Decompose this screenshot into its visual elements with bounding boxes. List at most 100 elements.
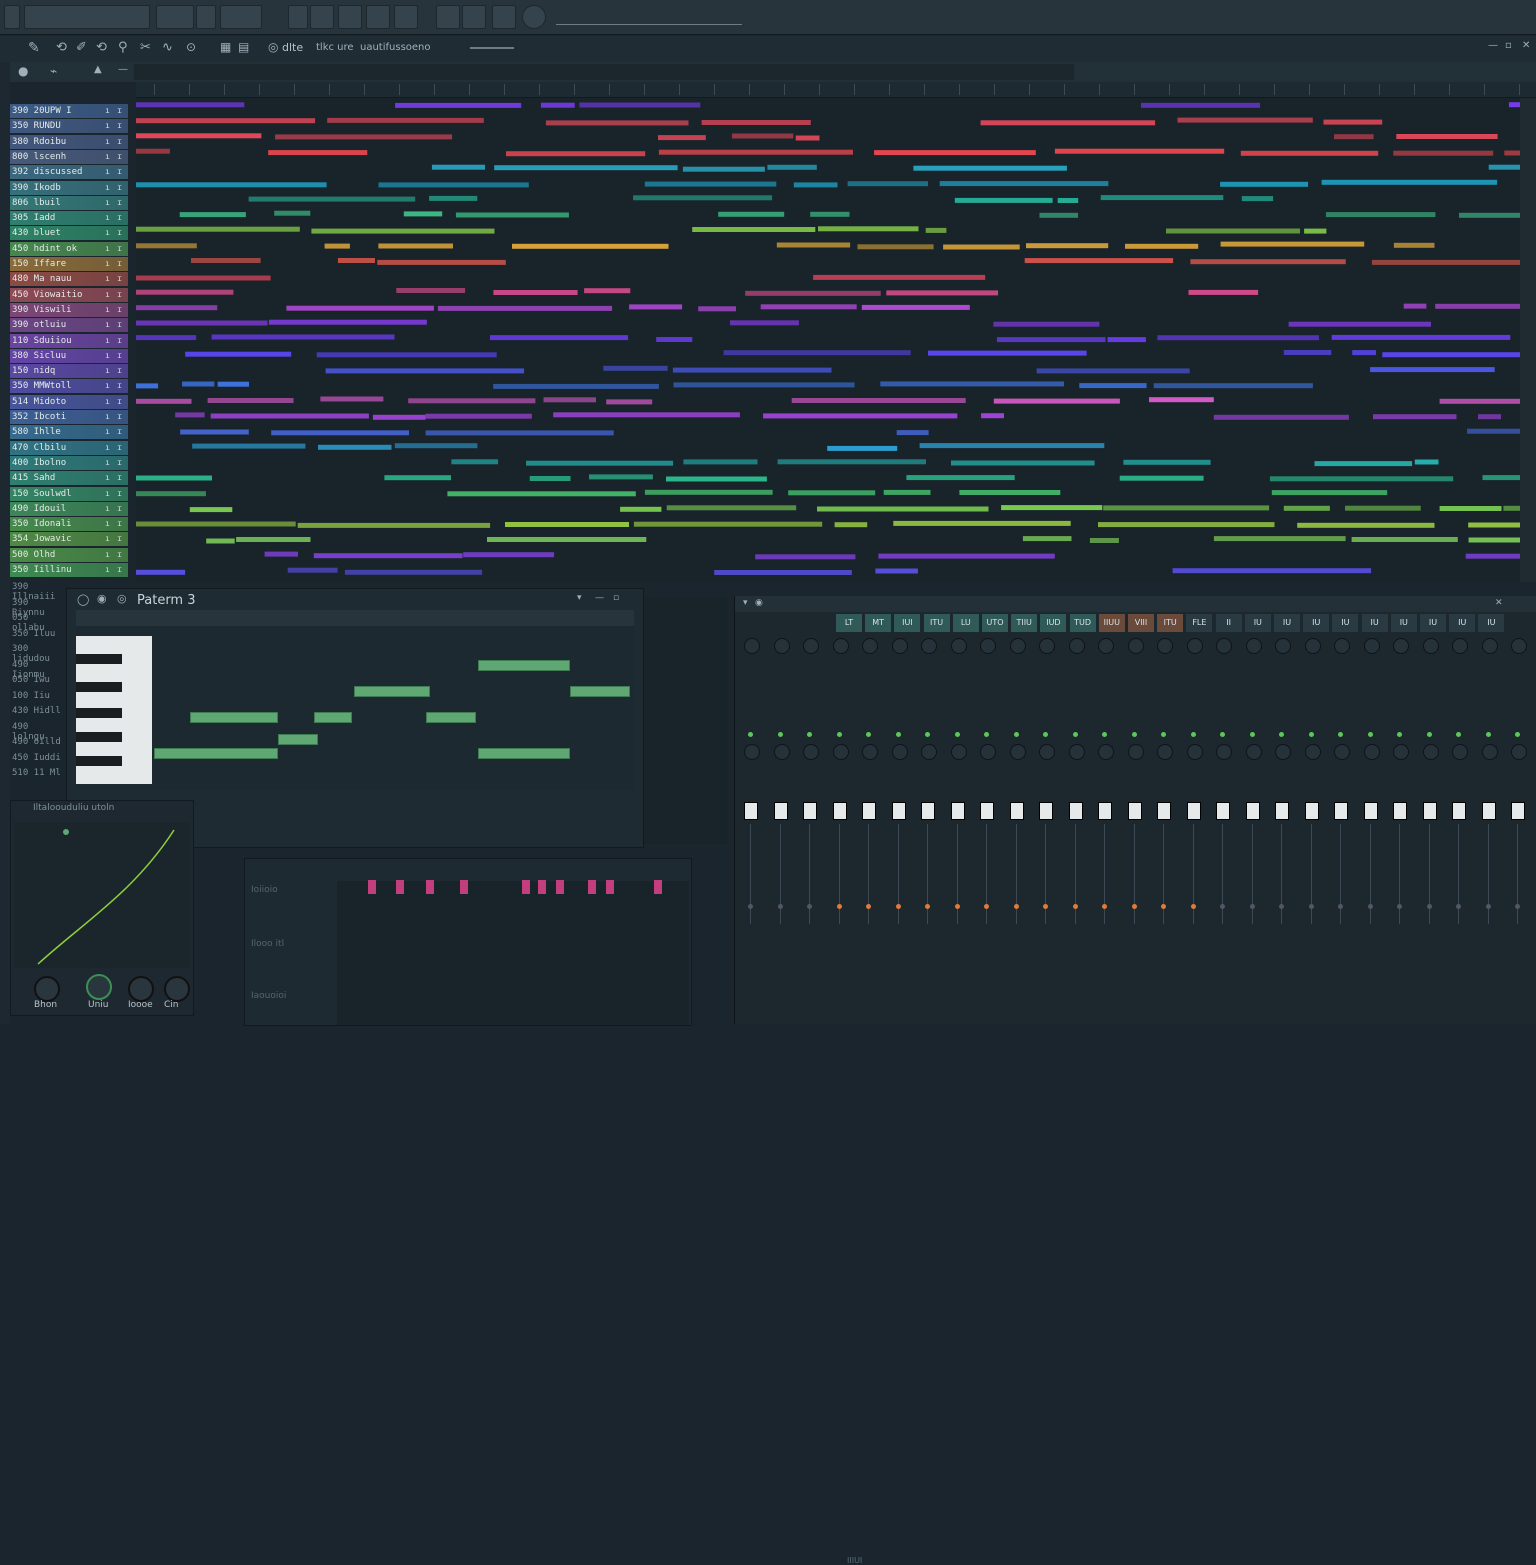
record-icon[interactable]: ◯ (77, 593, 89, 606)
playlist-clip[interactable] (378, 243, 453, 249)
send-led[interactable] (1072, 904, 1078, 909)
playlist-clip[interactable] (629, 304, 683, 310)
playlist-clip[interactable] (287, 567, 338, 573)
playlist-clip[interactable] (1100, 195, 1224, 201)
send-led[interactable] (1220, 904, 1225, 909)
playlist-clip[interactable] (395, 102, 522, 108)
track-mute-icon[interactable]: ı (105, 441, 110, 455)
volume-fader[interactable] (832, 802, 847, 820)
stereo-knob[interactable] (1511, 744, 1527, 760)
track-mute-icon[interactable]: ı (105, 471, 110, 485)
playlist-clip[interactable] (327, 117, 484, 123)
track-header[interactable]: 350 MMWtoll ı ɪ (10, 379, 128, 394)
pan-knob[interactable] (1481, 638, 1498, 654)
playlist-clip[interactable] (136, 182, 327, 188)
send-led[interactable] (954, 904, 960, 909)
playlist-clip[interactable] (1396, 134, 1498, 139)
stereo-knob[interactable] (891, 744, 908, 760)
pan-knob[interactable] (832, 638, 849, 654)
stereo-knob[interactable] (1157, 744, 1173, 760)
pan-knob[interactable] (1245, 638, 1262, 654)
playlist-clip[interactable] (136, 275, 271, 281)
playlist-clip[interactable] (431, 164, 485, 170)
playlist-clip[interactable] (633, 195, 773, 201)
pan-knob[interactable] (1068, 638, 1085, 654)
volume-fader[interactable] (1039, 802, 1053, 820)
playlist-clip[interactable] (827, 445, 898, 451)
track-solo-icon[interactable]: ɪ (117, 441, 122, 455)
mixer-channel-header[interactable]: MT (865, 614, 892, 632)
close-icon[interactable]: ✕ (1522, 40, 1530, 51)
playlist-clip[interactable] (1036, 368, 1190, 374)
mixer-channel-header[interactable]: IU (1361, 614, 1388, 632)
piano-keys[interactable] (76, 636, 152, 784)
track-solo-icon[interactable]: ɪ (117, 242, 122, 256)
playlist-clip[interactable] (313, 553, 463, 559)
playlist-clip[interactable] (189, 507, 233, 513)
playlist-clip[interactable] (1125, 243, 1199, 249)
mixer-channel-header[interactable]: IU (1449, 614, 1476, 632)
playlist-clip[interactable] (1213, 536, 1346, 542)
playlist-clip[interactable] (861, 304, 970, 310)
playlist-clip[interactable] (1103, 505, 1270, 511)
playlist-clip[interactable] (1283, 505, 1330, 511)
song-selector[interactable] (24, 5, 150, 29)
playlist-clip[interactable] (1393, 242, 1435, 248)
playlist-clip[interactable] (1393, 150, 1494, 156)
playlist-clip[interactable] (579, 102, 701, 108)
playlist-clip[interactable] (1271, 490, 1388, 496)
track-mute-icon[interactable]: ı (105, 532, 110, 546)
playlist-clip[interactable] (396, 288, 466, 293)
track-solo-icon[interactable]: ɪ (117, 318, 122, 332)
send-led[interactable] (1013, 904, 1019, 909)
stereo-knob[interactable] (1304, 744, 1321, 760)
playlist-clip[interactable] (505, 522, 629, 527)
playlist-clip[interactable] (1213, 414, 1349, 420)
playlist-clip[interactable] (589, 474, 653, 480)
pattern-min-icon[interactable]: — (595, 593, 604, 603)
playlist-clip[interactable] (248, 196, 416, 202)
track-mute-icon[interactable]: ı (105, 456, 110, 470)
playlist-clip[interactable] (136, 569, 186, 575)
snap-button[interactable] (310, 5, 334, 29)
playlist-clip[interactable] (776, 242, 851, 248)
playlist-clip[interactable] (136, 335, 197, 341)
playlist-clip[interactable] (666, 505, 797, 511)
playlist-clip[interactable] (939, 181, 1109, 187)
track-mute-icon[interactable]: ı (105, 135, 110, 149)
piano-note[interactable] (478, 660, 570, 671)
playlist-clip[interactable] (658, 135, 706, 141)
playlist-clip[interactable] (981, 413, 1004, 419)
volume-fader[interactable] (1216, 802, 1230, 820)
playlist-clip[interactable] (1172, 568, 1372, 574)
pan-knob[interactable] (744, 638, 760, 654)
vertical-scrollbar[interactable] (1520, 98, 1536, 582)
playlist-clip[interactable] (755, 554, 856, 560)
maximize-icon[interactable]: ▫ (1505, 40, 1512, 51)
playlist-clip[interactable] (745, 290, 881, 296)
mixer-channel-header[interactable]: ITU (923, 614, 950, 632)
playlist-clips[interactable] (136, 98, 1520, 582)
mixer-channel-header[interactable]: II (1215, 614, 1242, 632)
playlist-clip[interactable] (487, 537, 647, 542)
track-solo-icon[interactable]: ɪ (117, 563, 122, 577)
track-header[interactable]: 390 otluiu ı ɪ (10, 318, 128, 333)
playlist-clip[interactable] (893, 520, 1071, 526)
send-led[interactable] (1485, 904, 1491, 909)
track-mute-icon[interactable]: ı (105, 211, 110, 225)
playlist-clip[interactable] (1123, 459, 1211, 465)
playlist-clip[interactable] (179, 212, 246, 218)
playlist-clip[interactable] (1488, 164, 1520, 170)
track-mute-icon[interactable]: ı (105, 487, 110, 501)
track-mute-icon[interactable]: ı (105, 196, 110, 210)
playlist-clip[interactable] (384, 475, 451, 481)
black-key[interactable] (76, 682, 122, 692)
volume-fader[interactable] (1068, 802, 1083, 820)
playlist-clip[interactable] (996, 337, 1106, 343)
volume-fader[interactable] (1452, 802, 1466, 820)
playlist-clip[interactable] (1403, 303, 1427, 309)
send-led[interactable] (1043, 904, 1048, 909)
send-led[interactable] (866, 904, 871, 909)
playlist-clip[interactable] (311, 228, 495, 234)
playlist-clip[interactable] (1141, 102, 1261, 108)
